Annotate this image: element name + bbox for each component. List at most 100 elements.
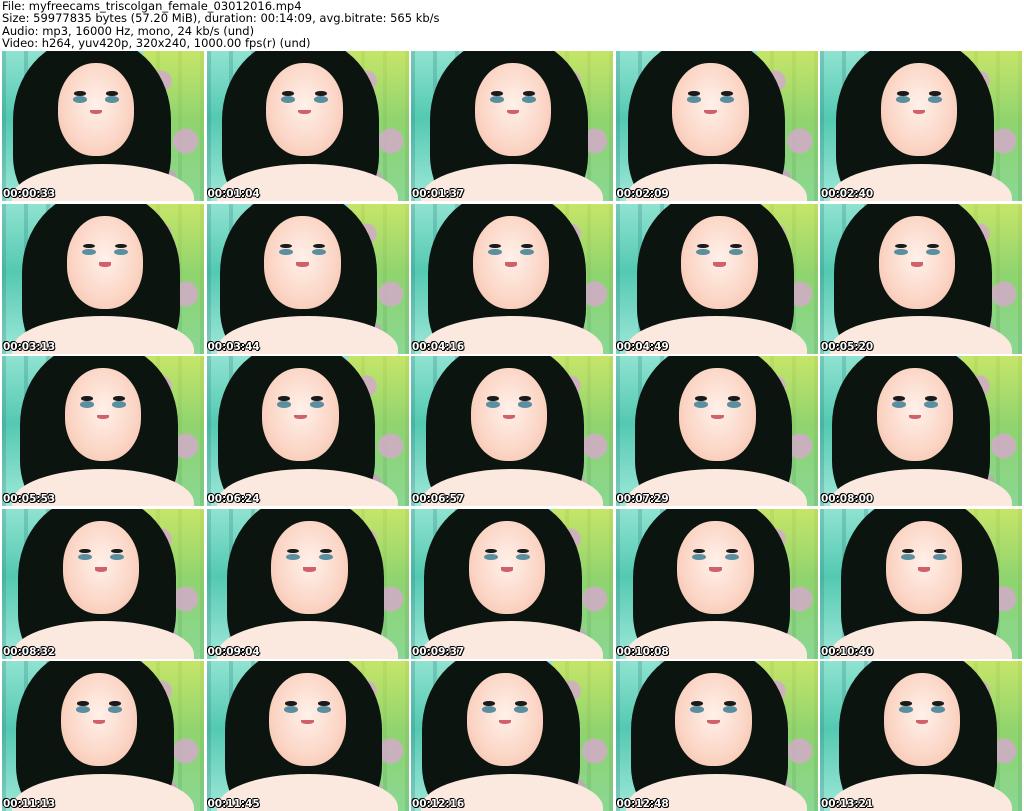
frame-timestamp: 00:01:37 <box>412 188 465 200</box>
thumbnail-grid: 00:00:33 00:01:04 00:01:37 00:02:09 00:02:40… <box>2 51 1022 811</box>
mouth <box>506 109 520 115</box>
mouth <box>498 719 512 725</box>
frame-timestamp: 00:06:57 <box>412 493 465 505</box>
video-frame-thumbnail: 00:06:24 <box>206 356 409 506</box>
frame-timestamp: 00:07:29 <box>616 493 669 505</box>
frame-timestamp: 00:03:13 <box>3 340 56 353</box>
frame-timestamp: 00:06:24 <box>207 493 260 505</box>
mouth <box>915 719 929 725</box>
face <box>681 215 758 309</box>
mouth <box>908 414 922 420</box>
mouth <box>294 414 307 420</box>
video-frame-thumbnail: 00:01:04 <box>206 51 409 201</box>
mouth <box>303 567 316 572</box>
face <box>262 368 339 461</box>
video-frame-thumbnail: 00:10:40 <box>820 508 1022 659</box>
face <box>62 520 140 614</box>
video-frame-thumbnail: 00:09:37 <box>411 508 613 659</box>
face <box>675 673 752 766</box>
frame-timestamp: 00:03:44 <box>207 340 260 353</box>
mouth <box>98 262 112 267</box>
video-frame-thumbnail: 00:08:00 <box>820 356 1022 506</box>
frame-timestamp: 00:04:16 <box>412 340 465 353</box>
face <box>269 673 346 766</box>
frame-timestamp: 00:02:40 <box>821 188 874 200</box>
video-frame-thumbnail: 00:03:44 <box>206 203 409 354</box>
mouth <box>500 567 514 572</box>
video-line: Video: h264, yuv420p, 320x240, 1000.00 f… <box>2 36 311 51</box>
mouth <box>94 567 108 572</box>
frame-timestamp: 00:08:32 <box>3 645 56 658</box>
size-line: Size: 59977835 bytes (57.20 MiB), durati… <box>2 11 440 26</box>
video-frame-thumbnail: 00:09:04 <box>206 508 409 659</box>
face <box>677 520 754 614</box>
face <box>876 368 954 461</box>
video-frame-thumbnail: 00:08:32 <box>2 508 204 659</box>
face <box>472 215 550 309</box>
face <box>470 368 548 461</box>
mouth <box>298 109 311 115</box>
frame-timestamp: 00:12:48 <box>616 798 669 810</box>
mouth <box>912 109 926 115</box>
frame-timestamp: 00:09:04 <box>207 645 260 658</box>
face <box>468 520 546 614</box>
video-frame-thumbnail: 00:12:48 <box>615 661 818 811</box>
frame-timestamp: 00:05:53 <box>3 493 56 505</box>
mouth <box>709 567 722 572</box>
video-frame-thumbnail: 00:04:49 <box>615 203 818 354</box>
face <box>66 215 144 309</box>
frame-timestamp: 00:12:16 <box>412 798 465 810</box>
face <box>672 63 749 156</box>
frame-timestamp: 00:11:45 <box>207 798 260 810</box>
face <box>266 63 343 156</box>
mouth <box>910 262 924 267</box>
mouth <box>96 414 110 420</box>
frame-timestamp: 00:01:04 <box>207 188 260 200</box>
video-frame-thumbnail: 00:05:20 <box>820 203 1022 354</box>
face <box>878 215 956 309</box>
video-frame-thumbnail: 00:00:33 <box>2 51 204 201</box>
face <box>60 673 138 766</box>
frame-timestamp: 00:08:00 <box>821 493 874 505</box>
video-frame-thumbnail: 00:04:16 <box>411 203 613 354</box>
frame-timestamp: 00:05:20 <box>821 340 874 353</box>
frame-timestamp: 00:11:13 <box>3 798 56 810</box>
mouth <box>301 719 314 725</box>
video-frame-thumbnail: 00:02:09 <box>615 51 818 201</box>
mouth <box>296 262 309 267</box>
face <box>474 63 552 156</box>
frame-timestamp: 00:13:21 <box>821 798 874 810</box>
video-frame-thumbnail: 00:02:40 <box>820 51 1022 201</box>
mouth <box>704 109 717 115</box>
video-frame-thumbnail: 00:11:13 <box>2 661 204 811</box>
video-frame-thumbnail: 00:13:21 <box>820 661 1022 811</box>
face <box>264 215 341 309</box>
face <box>57 63 135 156</box>
mouth <box>504 262 518 267</box>
video-frame-thumbnail: 00:12:16 <box>411 661 613 811</box>
face <box>271 520 348 614</box>
video-frame-thumbnail: 00:11:45 <box>206 661 409 811</box>
video-frame-thumbnail: 00:06:57 <box>411 356 613 506</box>
mouth <box>89 109 103 115</box>
mouth <box>713 262 726 267</box>
mouth <box>917 567 931 572</box>
video-frame-thumbnail: 00:03:13 <box>2 203 204 354</box>
mouth <box>711 414 724 420</box>
frame-timestamp: 00:09:37 <box>412 645 465 658</box>
face <box>64 368 142 461</box>
video-frame-thumbnail: 00:10:08 <box>615 508 818 659</box>
mouth <box>502 414 516 420</box>
frame-timestamp: 00:10:08 <box>616 645 669 658</box>
frame-timestamp: 00:10:40 <box>821 645 874 658</box>
face <box>466 673 544 766</box>
face <box>880 63 958 156</box>
face <box>883 673 961 766</box>
video-frame-thumbnail: 00:01:37 <box>411 51 613 201</box>
frame-timestamp: 00:04:49 <box>616 340 669 353</box>
file-info-header: File: myfreecams_triscolgan_female_03012… <box>2 0 1022 50</box>
face <box>885 520 963 614</box>
frame-timestamp: 00:00:33 <box>3 188 56 200</box>
mouth <box>707 719 720 725</box>
mouth <box>92 719 106 725</box>
